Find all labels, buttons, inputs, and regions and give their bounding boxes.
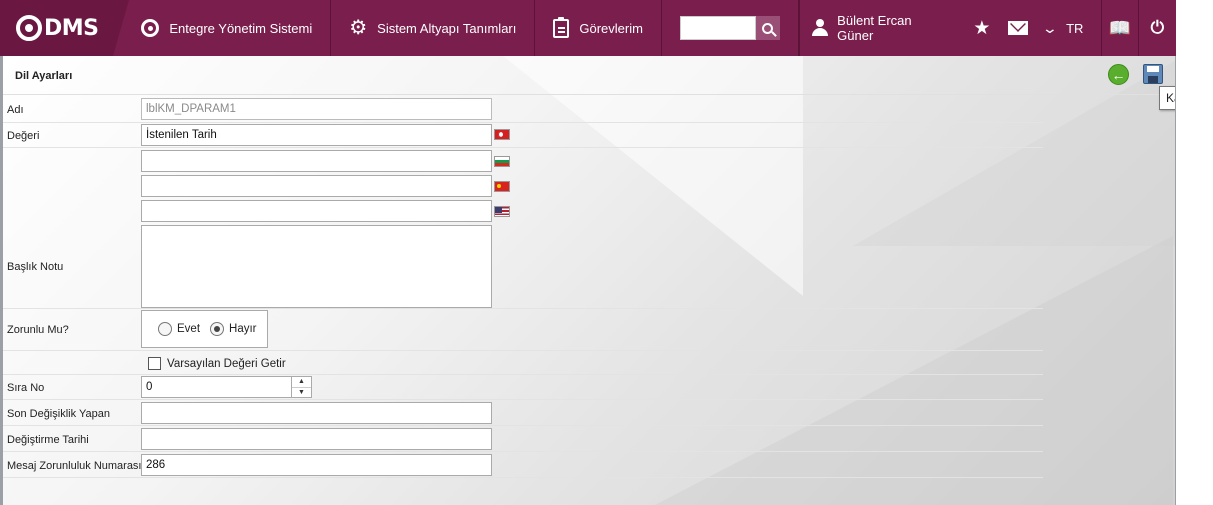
row-divider <box>3 147 1043 148</box>
favorites-button[interactable]: ★ <box>964 0 1000 56</box>
search-box <box>662 0 799 56</box>
message-number-field[interactable]: 286 <box>141 454 492 476</box>
required-no-label: Hayır <box>229 323 257 335</box>
flag-usa-icon <box>494 206 510 217</box>
nav-my-tasks[interactable]: Görevlerim <box>535 0 662 56</box>
search-icon <box>762 22 774 34</box>
value-field-us[interactable] <box>141 200 492 222</box>
value-field-bg[interactable] <box>141 150 492 172</box>
row-divider <box>3 477 1043 478</box>
search-input[interactable] <box>679 16 756 40</box>
name-field[interactable]: lblKM_DPARAM1 <box>141 98 492 120</box>
clipboard-icon <box>553 16 570 38</box>
last-modifier-label: Son Değişiklik Yapan <box>7 408 110 420</box>
order-input[interactable]: 0 <box>141 376 312 398</box>
search-button[interactable] <box>755 16 780 40</box>
modified-date-label: Değiştirme Tarihi <box>7 434 89 446</box>
arrow-left-icon: ← <box>1111 66 1126 83</box>
page-title: Dil Ayarları <box>15 70 73 82</box>
help-guide-button[interactable]: 📖 <box>1101 0 1137 56</box>
last-modifier-field[interactable] <box>141 402 492 424</box>
book-icon: 📖 <box>1108 17 1132 38</box>
gear-icon: ⚙ <box>349 17 368 39</box>
logout-button[interactable]: ⏻ <box>1137 0 1176 56</box>
logo-text: DMS <box>44 15 99 41</box>
required-radio-group: Evet Hayır <box>141 310 268 348</box>
stepper-up-button[interactable]: ▲ <box>292 377 311 388</box>
user-menu[interactable]: Bülent Ercan Güner <box>798 0 964 56</box>
name-label: Adı <box>7 104 24 116</box>
flag-china-icon <box>494 181 510 192</box>
qdms-logo[interactable]: DMS <box>0 0 130 56</box>
order-label: Sıra No <box>7 382 45 394</box>
value-field-tr[interactable]: İstenilen Tarih <box>141 124 492 146</box>
user-icon <box>811 19 829 37</box>
required-yes-radio[interactable] <box>158 322 172 336</box>
default-value-label: Varsayılan Değeri Getir <box>167 357 286 370</box>
nav-system-infrastructure[interactable]: ⚙ Sistem Altyapı Tanımları <box>331 0 536 56</box>
language-selector[interactable]: ⌄ TR <box>1036 0 1101 56</box>
back-button[interactable]: ← <box>1108 64 1129 85</box>
value-field-cn[interactable] <box>141 175 492 197</box>
top-navigation-bar: DMS Entegre Yönetim Sistemi ⚙ Sistem Alt… <box>0 0 1176 56</box>
language-code: TR <box>1066 20 1084 36</box>
row-divider <box>3 308 1043 309</box>
default-value-option[interactable]: Varsayılan Değeri Getir <box>148 357 286 370</box>
value-label: Değeri <box>7 130 40 142</box>
required-no-option[interactable]: Hayır <box>210 322 257 336</box>
power-icon: ⏻ <box>1150 18 1165 37</box>
row-divider <box>3 451 1043 452</box>
user-name: Bülent Ercan Güner <box>837 13 912 43</box>
row-divider <box>3 399 1043 400</box>
envelope-icon <box>1008 21 1029 35</box>
star-icon: ★ <box>973 17 991 39</box>
required-yes-label: Evet <box>177 323 201 335</box>
note-textarea[interactable] <box>141 225 492 308</box>
message-number-label: Mesaj Zorunluluk Numarası <box>7 460 142 472</box>
nav-integrated-system-label: Entegre Yönetim Sistemi <box>169 20 313 36</box>
nav-system-infrastructure-label: Sistem Altyapı Tanımları <box>377 20 517 36</box>
flag-turkey-icon <box>494 129 510 140</box>
default-value-checkbox[interactable] <box>148 357 161 370</box>
messages-button[interactable] <box>1000 0 1036 56</box>
required-no-radio[interactable] <box>210 322 225 336</box>
chevron-down-icon: ⌄ <box>1042 20 1059 36</box>
save-button[interactable] <box>1143 64 1163 84</box>
page-header: Dil Ayarları ← <box>3 56 1175 95</box>
row-divider <box>3 374 1043 375</box>
nav-integrated-system[interactable]: Entegre Yönetim Sistemi <box>127 0 332 56</box>
stepper-down-button[interactable]: ▼ <box>292 388 311 398</box>
required-yes-option[interactable]: Evet <box>158 322 200 336</box>
flag-bulgaria-icon <box>494 156 510 167</box>
note-label: Başlık Notu <box>7 261 64 273</box>
save-tooltip: Kaydet <box>1159 86 1175 110</box>
row-divider <box>3 350 1043 351</box>
logo-q-icon <box>16 15 42 41</box>
main-content: Dil Ayarları ← Kaydet Adı lblKM_DPARAM1 … <box>0 56 1176 505</box>
required-label: Zorunlu Mu? <box>7 324 69 336</box>
background-facet <box>653 236 1173 505</box>
order-stepper: ▲ ▼ <box>291 377 311 397</box>
modified-date-field[interactable] <box>141 428 492 450</box>
qdms-circle-icon <box>141 19 160 37</box>
row-divider <box>3 425 1043 426</box>
row-divider <box>3 122 1043 123</box>
nav-my-tasks-label: Görevlerim <box>579 20 643 36</box>
